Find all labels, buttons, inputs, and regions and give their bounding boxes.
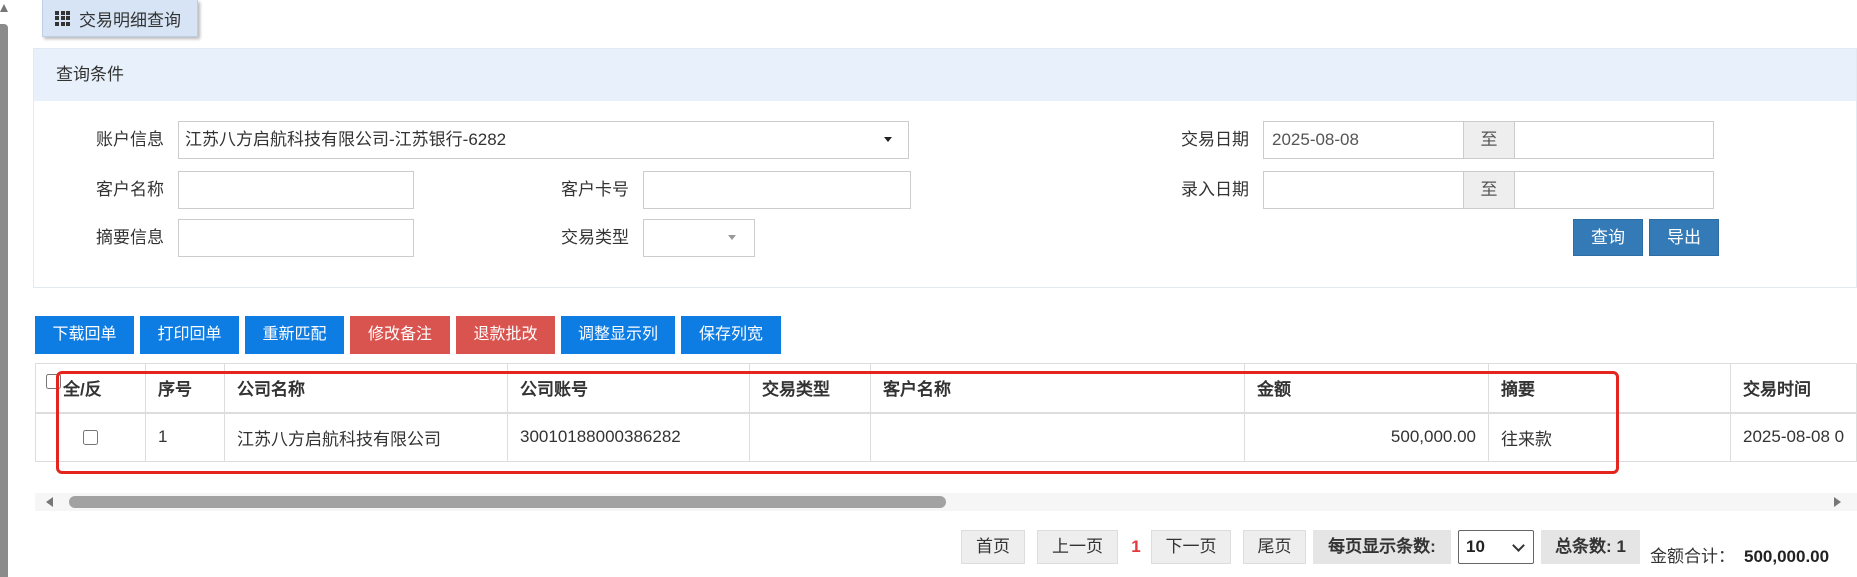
caret-down-icon bbox=[728, 235, 736, 240]
row-checkbox-cell bbox=[35, 412, 146, 462]
trade-type-label: 交易类型 bbox=[561, 228, 629, 247]
prev-page-button[interactable]: 上一页 bbox=[1037, 530, 1118, 564]
column-header-company-account[interactable]: 公司账号 bbox=[507, 363, 750, 414]
cell-trade-type bbox=[749, 412, 871, 462]
horizontal-scrollbar-thumb[interactable] bbox=[69, 496, 946, 508]
vertical-scrollbar-thumb[interactable] bbox=[0, 24, 8, 577]
table-row[interactable]: 1 江苏八方启航科技有限公司 30010188000386282 500,000… bbox=[35, 412, 1857, 462]
cell-amount: 500,000.00 bbox=[1244, 412, 1489, 462]
cell-summary: 往来款 bbox=[1488, 412, 1731, 462]
export-button[interactable]: 导出 bbox=[1649, 219, 1719, 256]
column-header-company-name[interactable]: 公司名称 bbox=[224, 363, 508, 414]
total-count-label: 总条数: bbox=[1555, 537, 1612, 556]
grid-icon bbox=[55, 10, 70, 26]
caret-down-icon bbox=[884, 137, 892, 142]
tab-title: 交易明细查询 bbox=[79, 10, 181, 30]
page-size-value: 10 bbox=[1466, 537, 1485, 556]
table-header-row: 全/反 序号 公司名称 公司账号 交易类型 客户名称 金额 摘要 交易时间 bbox=[35, 363, 1857, 414]
cell-customer-name bbox=[870, 412, 1245, 462]
trade-date-range-separator: 至 bbox=[1463, 121, 1515, 159]
column-header-trade-type[interactable]: 交易类型 bbox=[749, 363, 871, 414]
trade-date-to-input[interactable] bbox=[1514, 121, 1714, 159]
refund-batch-edit-button[interactable]: 退款批改 bbox=[456, 316, 555, 354]
customer-name-input[interactable] bbox=[178, 171, 414, 209]
query-panel-header: 查询条件 bbox=[34, 49, 1856, 101]
entry-date-label: 录入日期 bbox=[1181, 180, 1249, 199]
account-label: 账户信息 bbox=[96, 130, 164, 149]
horizontal-scrollbar[interactable] bbox=[35, 493, 1857, 511]
vertical-scrollbar[interactable] bbox=[0, 0, 9, 577]
save-column-width-button[interactable]: 保存列宽 bbox=[681, 316, 781, 354]
transaction-table-grid: 全/反 序号 公司名称 公司账号 交易类型 客户名称 金额 摘要 交易时间 1 … bbox=[35, 363, 1857, 462]
scroll-up-arrow-icon[interactable] bbox=[0, 4, 8, 12]
column-header-customer-name[interactable]: 客户名称 bbox=[870, 363, 1245, 414]
entry-date-from-input[interactable] bbox=[1263, 171, 1464, 209]
total-count-value: 1 bbox=[1616, 537, 1626, 556]
transaction-table: 全/反 序号 公司名称 公司账号 交易类型 客户名称 金额 摘要 交易时间 1 … bbox=[35, 363, 1857, 465]
select-all-label[interactable]: 全/反 bbox=[63, 380, 102, 399]
query-button[interactable]: 查询 bbox=[1573, 219, 1643, 256]
customer-name-label: 客户名称 bbox=[96, 180, 164, 199]
cell-company-account: 30010188000386282 bbox=[507, 412, 750, 462]
cell-seq: 1 bbox=[145, 412, 225, 462]
customer-card-label: 客户卡号 bbox=[561, 180, 629, 199]
scroll-right-arrow-icon[interactable] bbox=[1834, 497, 1841, 507]
chevron-down-icon bbox=[1512, 539, 1525, 552]
rematch-button[interactable]: 重新匹配 bbox=[245, 316, 344, 354]
total-count-badge: 总条数: 1 bbox=[1541, 530, 1640, 564]
column-header-trade-time[interactable]: 交易时间 bbox=[1730, 363, 1857, 414]
amount-total-label: 金额合计： bbox=[1650, 547, 1735, 566]
amount-total-value: 500,000.00 bbox=[1744, 547, 1830, 566]
query-panel-title: 查询条件 bbox=[56, 65, 124, 84]
account-select-value: 江苏八方启航科技有限公司-江苏银行-6282 bbox=[185, 130, 507, 149]
select-all-checkbox[interactable] bbox=[46, 374, 61, 390]
cell-company-name: 江苏八方启航科技有限公司 bbox=[224, 412, 508, 462]
trade-type-select[interactable] bbox=[643, 219, 755, 257]
tab-transaction-detail-query[interactable]: 交易明细查询 bbox=[42, 0, 198, 37]
amount-total: 金额合计： 500,000.00 bbox=[1650, 540, 1829, 574]
first-page-button[interactable]: 首页 bbox=[961, 530, 1025, 564]
download-receipt-button[interactable]: 下载回单 bbox=[35, 316, 134, 354]
edit-remark-button[interactable]: 修改备注 bbox=[350, 316, 450, 354]
entry-date-range-separator: 至 bbox=[1463, 171, 1515, 209]
trade-date-from-input[interactable] bbox=[1263, 121, 1464, 159]
column-header-summary[interactable]: 摘要 bbox=[1488, 363, 1731, 414]
column-header-seq[interactable]: 序号 bbox=[145, 363, 225, 414]
select-all-header: 全/反 bbox=[35, 363, 146, 414]
row-checkbox[interactable] bbox=[83, 430, 98, 446]
account-select[interactable]: 江苏八方启航科技有限公司-江苏银行-6282 bbox=[178, 121, 909, 159]
scroll-left-arrow-icon[interactable] bbox=[46, 497, 53, 507]
summary-label: 摘要信息 bbox=[96, 228, 164, 247]
print-receipt-button[interactable]: 打印回单 bbox=[140, 316, 239, 354]
cell-trade-time: 2025-08-08 0 bbox=[1730, 412, 1857, 462]
current-page-number: 1 bbox=[1131, 537, 1141, 556]
last-page-button[interactable]: 尾页 bbox=[1243, 530, 1306, 564]
column-header-amount[interactable]: 金额 bbox=[1244, 363, 1489, 414]
next-page-button[interactable]: 下一页 bbox=[1151, 530, 1231, 564]
page-size-select[interactable]: 10 bbox=[1458, 530, 1534, 564]
adjust-columns-button[interactable]: 调整显示列 bbox=[561, 316, 675, 354]
trade-date-label: 交易日期 bbox=[1181, 130, 1249, 149]
entry-date-to-input[interactable] bbox=[1514, 171, 1714, 209]
customer-card-input[interactable] bbox=[643, 171, 911, 209]
summary-input[interactable] bbox=[178, 219, 414, 257]
page-size-label: 每页显示条数: bbox=[1313, 530, 1451, 564]
